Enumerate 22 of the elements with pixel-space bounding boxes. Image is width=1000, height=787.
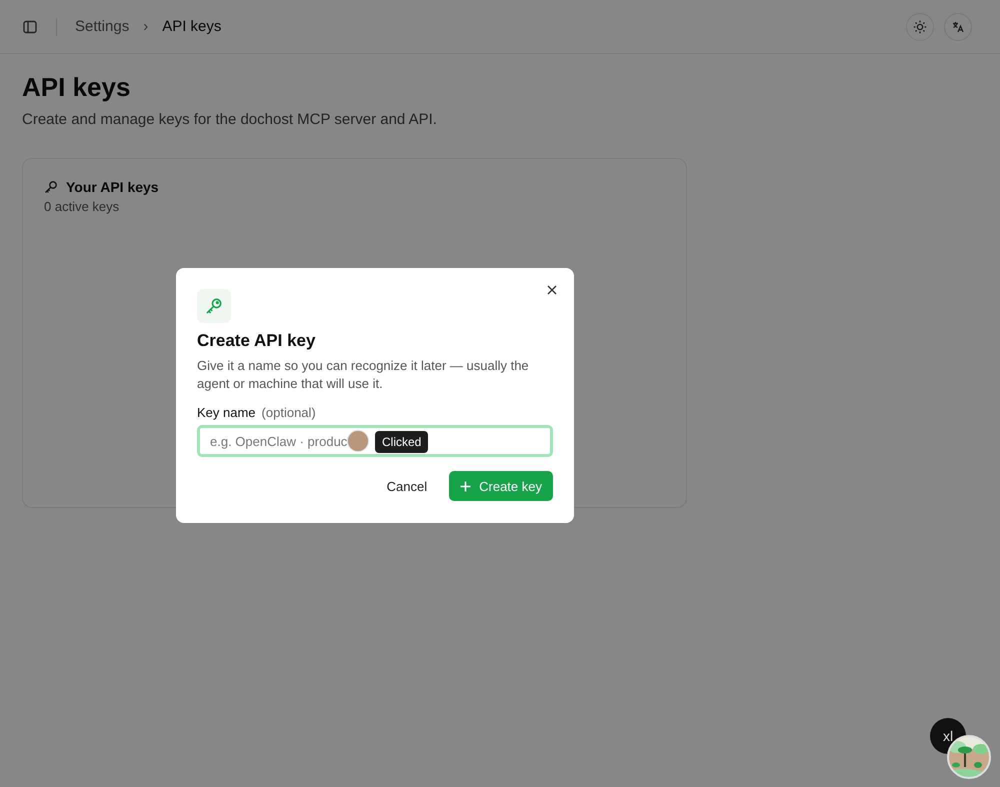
close-icon[interactable] [546, 284, 558, 296]
breadcrumb-link[interactable]: API keys [162, 18, 222, 35]
plus-icon [460, 480, 472, 492]
breadcrumb-separator: › [142, 18, 150, 35]
dialog-description: Give it a name so you can recognize it later — usually the agent or machine that will use it. [197, 357, 530, 393]
key-icon [44, 180, 58, 194]
field-label: Key name [197, 405, 256, 420]
translate-icon [952, 20, 964, 32]
key-count: 0 active keys [44, 199, 120, 214]
language-button[interactable] [944, 12, 972, 40]
page-title: API keys [22, 72, 132, 103]
field-hint: (optional) [262, 405, 316, 420]
page-subtitle: Create and manage keys for the dochost MCP server and API. [22, 111, 438, 128]
click-tooltip: Clicked [375, 431, 428, 453]
cancel-button[interactable]: Cancel [384, 471, 430, 501]
key-icon [197, 289, 231, 323]
sun-icon [913, 20, 927, 34]
create-key-button[interactable]: Create key [449, 471, 553, 501]
breadcrumb-link[interactable]: Settings [75, 18, 130, 35]
card-title: Your API keys [66, 179, 159, 195]
dialog-title: Create API key [197, 331, 316, 351]
theme-toggle-button[interactable] [906, 12, 934, 40]
